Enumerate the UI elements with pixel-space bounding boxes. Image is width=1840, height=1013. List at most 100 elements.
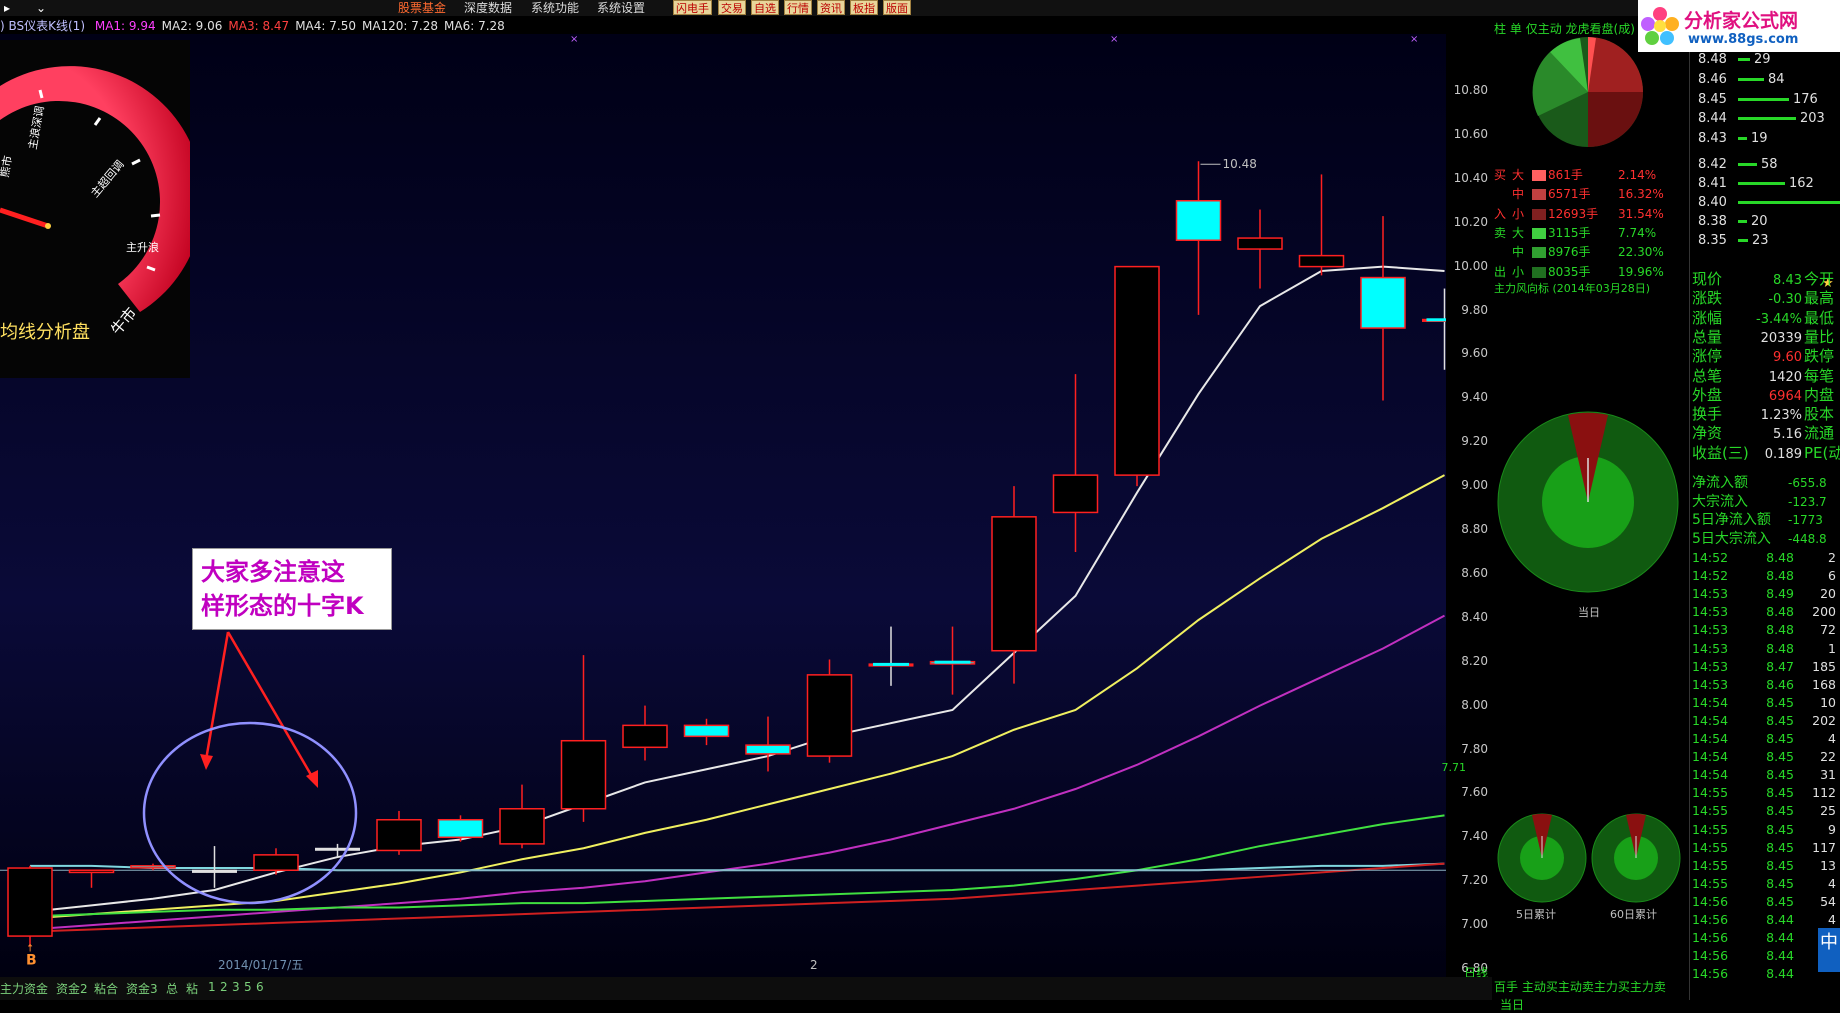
order-book-row[interactable]: 8.44 203 xyxy=(1698,111,1825,126)
tab-bar[interactable]: 柱 xyxy=(1494,22,1506,36)
book-volume-bar xyxy=(1738,201,1840,204)
flow-size: 大 xyxy=(1512,168,1525,182)
book-volume-bar xyxy=(1738,98,1789,101)
annotation-arrowhead-2 xyxy=(306,770,318,788)
tick-price: 8.45 xyxy=(1766,821,1794,837)
book-price: 8.48 xyxy=(1698,52,1727,67)
flow-value: -123.7 xyxy=(1788,494,1827,509)
tick-volume: 202 xyxy=(1812,712,1836,728)
label-active-sell: 主动卖 xyxy=(1557,980,1594,994)
tab-3[interactable]: 3 xyxy=(232,980,240,994)
flow-label: 净流入额 xyxy=(1692,475,1748,491)
five-day-pie xyxy=(1497,813,1587,903)
order-book-row[interactable]: 8.38 20 xyxy=(1698,214,1768,229)
tick-time: 14:53 xyxy=(1692,604,1729,620)
today-pie-label: 当日 xyxy=(1578,606,1600,619)
flow-swatch xyxy=(1532,170,1546,181)
tick-volume: 185 xyxy=(1812,658,1836,674)
tab-dragon-tiger[interactable]: 龙虎看盘(成) xyxy=(1566,22,1635,36)
logo-title: 分析家公式网 xyxy=(1684,10,1799,32)
book-price: 8.41 xyxy=(1698,176,1727,191)
tick-time: 14:56 xyxy=(1692,948,1729,964)
tick-price: 8.44 xyxy=(1766,912,1794,927)
tick-volume: 31 xyxy=(1820,767,1836,783)
tick-price: 8.45 xyxy=(1766,875,1794,891)
flow-value: -1773 xyxy=(1788,513,1823,527)
tick-volume: 2 xyxy=(1828,550,1836,565)
tab-single[interactable]: 单 xyxy=(1510,22,1522,36)
tick-time: 14:53 xyxy=(1692,586,1729,602)
book-volume: 176 xyxy=(1793,92,1818,107)
flow-volume: 3115手 xyxy=(1548,225,1591,240)
tab-2[interactable]: 2 xyxy=(220,980,228,994)
tab-funds[interactable]: 资金 xyxy=(24,980,48,997)
tick-volume: 4 xyxy=(1828,875,1836,891)
flow-size: 中 xyxy=(1512,187,1525,202)
y-tick-label: 8.60 xyxy=(1461,565,1488,580)
book-price: 8.45 xyxy=(1698,92,1727,107)
order-book-row[interactable]: 8.42 58 xyxy=(1698,157,1778,172)
tick-row: 14:53 8.48 72 xyxy=(1692,622,1838,637)
order-book-row[interactable]: 8.35 23 xyxy=(1698,233,1769,248)
bottom-labels: 百手 主动买主动卖主力买主力卖 xyxy=(1494,978,1666,995)
quote-row: 涨幅 -3.44% 最低 xyxy=(1692,307,1840,328)
tick-time: 14:55 xyxy=(1692,839,1729,855)
tick-time: 14:55 xyxy=(1692,821,1729,837)
tab-5[interactable]: 5 xyxy=(244,980,252,994)
tab-total[interactable]: 总 xyxy=(166,980,178,997)
tick-price: 8.45 xyxy=(1766,785,1794,801)
tick-volume: 25 xyxy=(1820,803,1836,819)
order-book-row[interactable]: 8.46 84 xyxy=(1698,72,1785,87)
tab-active-only[interactable]: 仅主动 xyxy=(1526,22,1562,36)
order-book-row[interactable]: 8.43 19 xyxy=(1698,131,1768,146)
tick-time: 14:56 xyxy=(1692,966,1729,982)
tick-volume: 117 xyxy=(1812,839,1836,855)
label-hundred: 百手 xyxy=(1494,980,1519,994)
quote-value: 5.16 xyxy=(1773,427,1802,443)
quote-row: 净资 5.16 流通 xyxy=(1692,422,1840,443)
order-book-row[interactable]: 8.45 176 xyxy=(1698,92,1818,107)
tick-price: 8.45 xyxy=(1766,803,1794,819)
y-tick-label: 8.80 xyxy=(1461,522,1488,536)
quote-value: 9.60 xyxy=(1773,350,1802,366)
tab-main-force[interactable]: 主力 xyxy=(0,980,24,997)
capital-flow-row: 5日净流入额 -1773 xyxy=(1692,509,1840,529)
tick-volume: 10 xyxy=(1820,694,1836,710)
quote-value: 6964 xyxy=(1768,388,1802,404)
flow-percent: 22.30% xyxy=(1618,245,1664,260)
order-book-row[interactable]: 8.48 29 xyxy=(1698,52,1771,67)
annotation-circle xyxy=(142,721,358,905)
book-volume: 23 xyxy=(1752,233,1769,248)
tick-time: 14:54 xyxy=(1692,694,1729,710)
y-tick-label: 7.40 xyxy=(1461,829,1488,844)
order-book-row[interactable]: 8.40 xyxy=(1698,195,1840,210)
book-volume: 20 xyxy=(1751,214,1768,229)
y-tick-label: 8.20 xyxy=(1461,653,1488,668)
price-axis: 6.80 7.00 7.20 7.40 7.60 7.80 8.00 8.20 8.40 8.60… xyxy=(1442,34,1492,980)
tab-funds-3[interactable]: 资金3 xyxy=(126,980,158,997)
tick-time: 14:54 xyxy=(1692,767,1729,783)
tick-volume: 9 xyxy=(1828,821,1836,837)
book-volume: 58 xyxy=(1761,157,1778,172)
bottom-row-label: 当日 xyxy=(1500,998,1525,1012)
tab-6[interactable]: 6 xyxy=(256,980,264,994)
input-method-badge[interactable]: 中 xyxy=(1818,928,1840,972)
tab-cohesion[interactable]: 粘合 xyxy=(94,980,118,997)
tick-time: 14:56 xyxy=(1692,930,1729,946)
tick-row: 14:53 8.46 168 xyxy=(1692,677,1838,692)
tick-volume: 54 xyxy=(1820,893,1836,909)
flow-side: 卖 xyxy=(1494,225,1507,240)
order-book-row[interactable]: 8.41 162 xyxy=(1698,176,1814,191)
tick-time: 14:53 xyxy=(1692,640,1729,656)
book-price: 8.42 xyxy=(1698,157,1727,172)
tab-stick[interactable]: 粘 xyxy=(186,980,198,997)
tab-funds-2[interactable]: 资金2 xyxy=(56,980,88,997)
tick-row: 14:568.441 xyxy=(1692,948,1838,963)
y-tick-label: 10.80 xyxy=(1453,83,1488,97)
flow-label: 5日净流入额 xyxy=(1692,512,1771,528)
quote-row: 外盘 6964 内盘 xyxy=(1692,384,1840,405)
y-tick-label: 7.60 xyxy=(1461,785,1488,800)
flow-row: 买大 861手 2.14% xyxy=(1494,166,1656,183)
tab-1[interactable]: 1 xyxy=(208,980,216,994)
flow-percent: 7.74% xyxy=(1618,225,1657,240)
